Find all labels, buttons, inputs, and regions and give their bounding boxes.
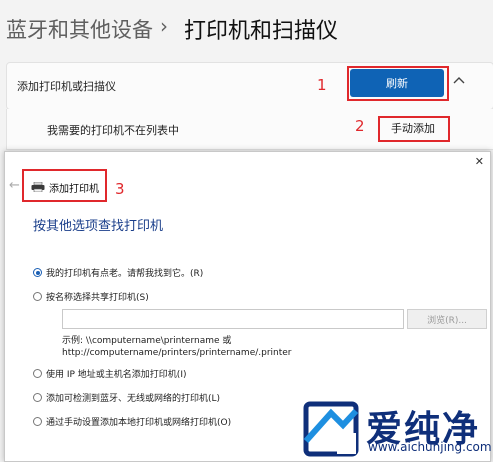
radio[interactable]: [33, 393, 42, 402]
printer-not-listed-label: 我需要的打印机不在列表中: [47, 124, 179, 137]
option-label: 我的打印机有点老。请帮我找到它。(R): [46, 269, 204, 279]
option-label: 使用 IP 地址或主机名添加打印机(I): [46, 370, 187, 380]
chevron-up-icon[interactable]: [453, 73, 465, 88]
printer-icon: [31, 182, 45, 192]
shared-printer-name-input[interactable]: [62, 309, 404, 329]
add-printer-label: 添加打印机或扫描仪: [17, 80, 116, 93]
add-printer-card: 添加打印机或扫描仪 1 刷新: [6, 62, 493, 110]
page-title: 打印机和扫描仪: [184, 19, 339, 44]
radio[interactable]: [33, 369, 42, 378]
printer-not-listed-row: 我需要的打印机不在列表中 2 手动添加: [6, 109, 493, 150]
example-line-1: 示例: \\computername\printername 或: [62, 336, 232, 346]
wizard-title: 添加打印机: [49, 184, 99, 195]
option-manual-local[interactable]: 通过手动设置添加本地打印机或网络打印机(O): [33, 415, 231, 428]
radio[interactable]: [33, 417, 42, 426]
watermark-url: www.aichunjing.com: [368, 440, 492, 454]
example-text: 示例: \\computername\printername 或 http://…: [62, 335, 292, 359]
watermark-logo-icon: [303, 401, 359, 457]
option-bluetooth-wireless[interactable]: 添加可检测到蓝牙、无线或网络的打印机(L): [33, 391, 220, 404]
breadcrumb-parent[interactable]: 蓝牙和其他设备: [6, 14, 153, 44]
step-2-annotation: 2: [355, 117, 365, 135]
option-label: 通过手动设置添加本地打印机或网络打印机(O): [46, 418, 232, 428]
option-shared-printer[interactable]: 按名称选择共享打印机(S): [33, 290, 149, 303]
settings-header: 蓝牙和其他设备 › 打印机和扫描仪: [0, 0, 493, 60]
radio[interactable]: [33, 292, 42, 301]
close-icon[interactable]: ✕: [475, 155, 484, 168]
options-heading: 按其他选项查找打印机: [33, 219, 164, 234]
option-label: 添加可检测到蓝牙、无线或网络的打印机(L): [46, 394, 221, 404]
option-old-printer[interactable]: 我的打印机有点老。请帮我找到它。(R): [33, 266, 203, 279]
back-arrow-icon[interactable]: ←: [9, 178, 20, 193]
browse-button[interactable]: 浏览(R)...: [407, 309, 487, 329]
radio-selected[interactable]: [33, 268, 42, 277]
option-ip-address[interactable]: 使用 IP 地址或主机名添加打印机(I): [33, 367, 186, 380]
breadcrumb-separator: ›: [160, 14, 168, 38]
step-1-annotation: 1: [317, 76, 327, 94]
refresh-button[interactable]: 刷新: [350, 69, 444, 97]
step-3-annotation: 3: [115, 180, 125, 198]
example-line-2: http://computername/printers/printername…: [62, 348, 292, 358]
manual-add-button[interactable]: 手动添加: [381, 118, 445, 138]
option-label: 按名称选择共享打印机(S): [46, 293, 149, 303]
